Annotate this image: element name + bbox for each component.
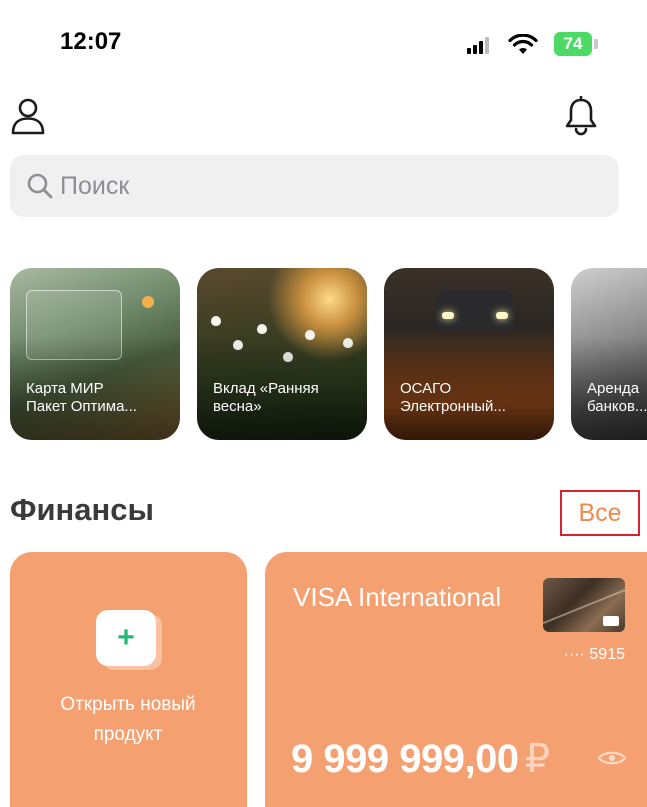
status-bar: 12:07 74: [0, 0, 647, 90]
open-new-product-button[interactable]: + Открыть новый продукт: [10, 552, 247, 807]
story-deposit[interactable]: Вклад «Ранняя весна»: [197, 268, 367, 440]
new-product-label: Открыть новый продукт: [60, 694, 196, 745]
story-title: ОСАГО Электронный...: [400, 380, 506, 415]
person-icon[interactable]: [10, 96, 46, 136]
story-title: Аренда банков...: [587, 380, 647, 415]
battery-level: 74: [563, 34, 583, 53]
card-number: ···· 5915: [563, 646, 625, 663]
stories-carousel[interactable]: Карта МИР Пакет Оптима... Вклад «Ранняя …: [0, 268, 647, 444]
status-time: 12:07: [60, 28, 122, 55]
card-name: VISA International: [293, 582, 502, 612]
story-title: Вклад «Ранняя весна»: [213, 380, 319, 415]
all-products-link[interactable]: Все: [560, 490, 640, 536]
visa-logo-icon: [603, 616, 619, 626]
card-balance: 9 999 999,00 ₽: [291, 737, 550, 781]
cellular-signal-icon: [467, 36, 493, 54]
search-icon: [27, 173, 53, 199]
story-mir-card[interactable]: Карта МИР Пакет Оптима...: [10, 268, 180, 440]
story-rent[interactable]: Аренда банков...: [571, 268, 647, 440]
plus-icon: +: [117, 621, 135, 654]
bell-icon[interactable]: [563, 96, 599, 136]
currency-symbol: ₽: [524, 737, 550, 781]
wifi-icon: [508, 34, 538, 54]
visa-card[interactable]: VISA International ···· 5915 9 999 999,0…: [265, 552, 647, 807]
search-input[interactable]: [60, 155, 600, 217]
search-bar[interactable]: [10, 155, 619, 217]
card-thumbnail: [543, 578, 625, 632]
story-title: Карта МИР Пакет Оптима...: [26, 380, 137, 415]
battery-icon: 74: [554, 32, 600, 56]
eye-icon[interactable]: [597, 748, 627, 768]
plus-button: +: [96, 610, 156, 666]
section-title-finances: Финансы: [10, 492, 154, 527]
story-osago[interactable]: ОСАГО Электронный...: [384, 268, 554, 440]
